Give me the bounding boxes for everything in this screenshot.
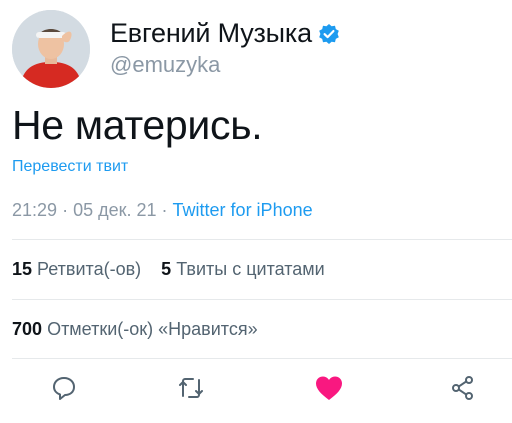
user-handle[interactable]: @emuzyka [110,52,220,78]
tweet-actions-bar [0,372,512,408]
retweets-label[interactable]: Ретвита(-ов) [37,259,141,279]
likes-count[interactable]: 700 [12,319,42,339]
tweet-source[interactable]: Twitter for iPhone [173,200,313,220]
display-name[interactable]: Евгений Музыка [110,18,312,49]
avatar[interactable] [12,10,90,88]
retweet-icon [177,375,205,406]
like-button[interactable] [311,372,347,408]
divider [12,299,512,300]
retweets-count[interactable]: 15 [12,259,32,279]
quotes-label[interactable]: Твиты с цитатами [176,259,325,279]
tweet-header: Евгений Музыка @emuzyka [12,10,502,90]
reply-icon [51,375,77,406]
verified-badge-icon [318,23,340,45]
share-icon [450,375,476,406]
retweet-stats: 15 Ретвита(-ов) 5 Твиты с цитатами [12,259,325,280]
share-button[interactable] [445,372,481,408]
divider [12,358,512,359]
tweet-date[interactable]: 05 дек. 21 [73,200,156,220]
likes-label[interactable]: Отметки(-ок) «Нравится» [47,319,258,339]
tweet-meta: 21:29 · 05 дек. 21 · Twitter for iPhone [12,200,313,221]
retweet-button[interactable] [173,372,209,408]
meta-separator: · [161,200,168,220]
translate-tweet-link[interactable]: Перевести твит [12,158,128,176]
reply-button[interactable] [46,372,82,408]
meta-separator: · [62,200,69,220]
tweet-text: Не матерись. [12,102,263,148]
divider [12,239,512,240]
heart-icon [314,374,344,407]
quotes-count[interactable]: 5 [161,259,171,279]
tweet-time[interactable]: 21:29 [12,200,57,220]
name-row: Евгений Музыка [110,18,340,49]
like-stats: 700 Отметки(-ок) «Нравится» [12,319,258,340]
